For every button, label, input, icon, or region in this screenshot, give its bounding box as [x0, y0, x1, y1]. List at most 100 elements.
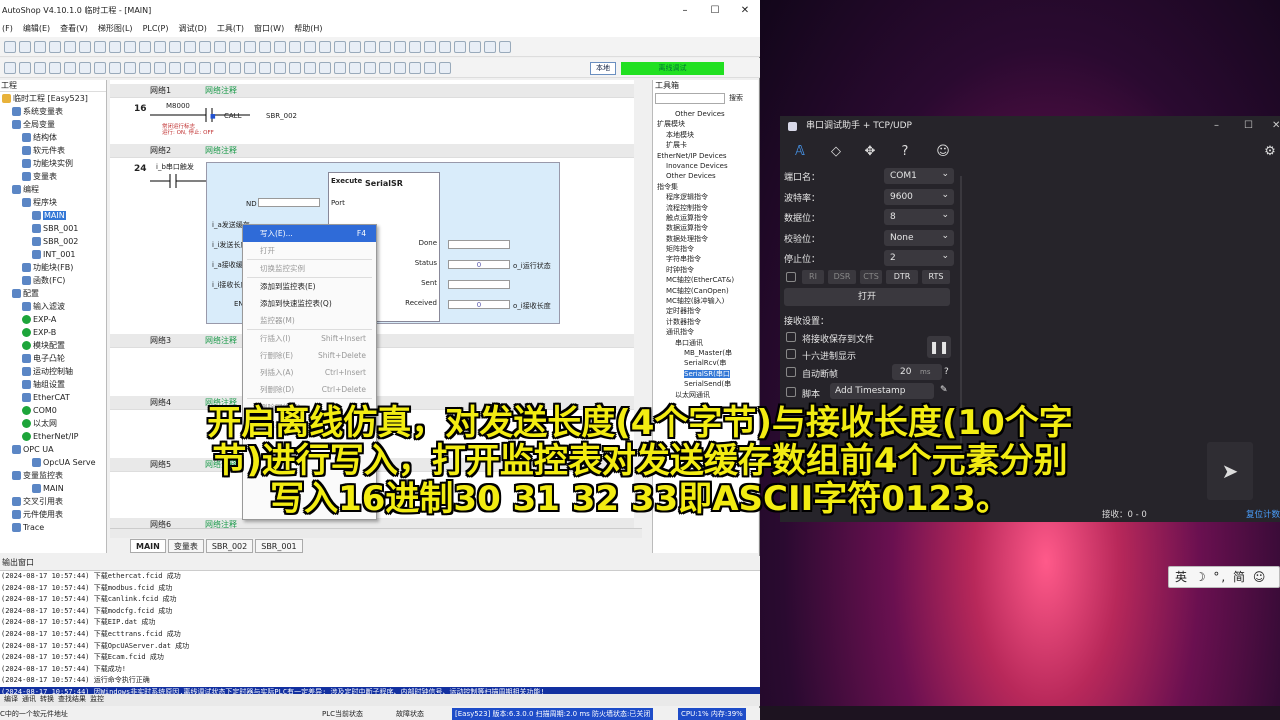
toolbox-item[interactable]: 以太网通讯	[653, 390, 758, 400]
tree-item[interactable]: SBR_002	[0, 235, 106, 248]
done-pin-value[interactable]	[448, 240, 510, 249]
serial-minimize-button[interactable]: –	[1214, 120, 1219, 131]
toolbox-item[interactable]: MB_Master(串	[653, 348, 758, 358]
open-port-button[interactable]: 打开	[784, 288, 950, 306]
toolbox-item[interactable]: 计数器指令	[653, 317, 758, 327]
ladder-horizontal-scrollbar[interactable]	[110, 528, 642, 538]
toolbar-icon[interactable]	[424, 40, 436, 53]
toolbar-icon[interactable]	[4, 40, 16, 53]
toolbox-item[interactable]: EtherNet/IP Devices	[653, 151, 758, 161]
maximize-button[interactable]: ☐	[700, 5, 730, 16]
toolbar-icon[interactable]	[439, 61, 451, 74]
tree-item[interactable]: 编程	[0, 183, 106, 196]
tree-item[interactable]: 电子凸轮	[0, 352, 106, 365]
toolbox-item[interactable]: SerialSR(串口	[653, 369, 758, 379]
save-to-file-checkbox[interactable]	[786, 332, 796, 342]
tree-item[interactable]: SBR_001	[0, 222, 106, 235]
serial-maximize-button[interactable]: ☐	[1244, 120, 1253, 131]
close-button[interactable]: ✕	[730, 5, 760, 16]
smile-icon[interactable]: ☺	[935, 144, 951, 160]
tree-item[interactable]: 输入滤波	[0, 300, 106, 313]
output-tab[interactable]: 监控	[90, 694, 104, 706]
toolbar-icon[interactable]	[199, 40, 211, 53]
dsr-pin[interactable]: DSR	[828, 270, 856, 284]
serial-close-button[interactable]: ✕	[1272, 120, 1280, 131]
toolbox-item[interactable]: 矩阵指令	[653, 244, 758, 254]
pin-value[interactable]	[258, 198, 320, 207]
toolbar-icon[interactable]	[319, 61, 331, 74]
toolbar-icon[interactable]	[394, 61, 406, 74]
toolbar-icon[interactable]	[94, 61, 106, 74]
received-pin-value[interactable]: 0	[448, 300, 510, 309]
toolbar-icon[interactable]	[49, 61, 61, 74]
output-tab[interactable]: 查找结果	[58, 694, 86, 706]
rts-pin[interactable]: RTS	[922, 270, 950, 284]
toolbox-item[interactable]: 数据运算指令	[653, 223, 758, 233]
editor-tab[interactable]: SBR_002	[205, 539, 254, 553]
toolbar-icon[interactable]	[124, 40, 136, 53]
toolbar-icon[interactable]	[424, 61, 436, 74]
timestamp-select[interactable]: Add Timestamp	[830, 383, 934, 399]
toolbar-icon[interactable]	[139, 61, 151, 74]
toolbox-item[interactable]: 本地模块	[653, 130, 758, 140]
menu-item[interactable]: 帮助(H)	[294, 23, 322, 34]
toolbar-icon[interactable]	[259, 61, 271, 74]
toolbox-item[interactable]: 流程控制指令	[653, 203, 758, 213]
pin-checkbox[interactable]	[786, 272, 796, 282]
toolbar-icon[interactable]	[289, 40, 301, 53]
toolbar-icon[interactable]	[484, 40, 496, 53]
tree-item[interactable]: INT_001	[0, 248, 106, 261]
databits-select[interactable]: 8	[884, 207, 954, 225]
toolbox-item[interactable]: 串口通讯	[653, 338, 758, 348]
toolbox-item[interactable]: 扩展卡	[653, 140, 758, 150]
toolbar-icon[interactable]	[334, 40, 346, 53]
toolbox-item[interactable]: SerialSend(串	[653, 379, 758, 389]
tree-item[interactable]: MAIN	[0, 209, 106, 222]
toolbox-item[interactable]: 指令集	[653, 182, 758, 192]
toolbar-icon[interactable]	[49, 40, 61, 53]
toolbar-icon[interactable]	[109, 61, 121, 74]
tree-item[interactable]: Trace	[0, 521, 106, 534]
toolbar-icon[interactable]	[349, 40, 361, 53]
frame-timeout-input[interactable]: 20	[892, 364, 942, 380]
help-icon[interactable]: ?	[897, 144, 913, 160]
settings-icon[interactable]: ⚙	[1262, 144, 1278, 160]
pause-icon[interactable]: ❚❚	[927, 336, 951, 358]
ime-toolbar[interactable]: 英 ☽ °, 简 ☺	[1168, 566, 1280, 588]
editor-tab[interactable]: 变量表	[167, 539, 204, 553]
local-button[interactable]: 本地	[590, 62, 616, 75]
chart-icon[interactable]: ◇	[828, 144, 844, 160]
toolbar-icon[interactable]	[199, 61, 211, 74]
toolbar-icon[interactable]	[469, 40, 481, 53]
baud-select[interactable]: 9600	[884, 187, 954, 205]
menu-item[interactable]: 工具(T)	[217, 23, 244, 34]
toolbox-item[interactable]: 字符串指令	[653, 254, 758, 264]
toolbar-icon[interactable]	[274, 40, 286, 53]
editor-tab[interactable]: SBR_001	[255, 539, 303, 553]
toolbar-icon[interactable]	[184, 61, 196, 74]
output-tab[interactable]: 编译	[4, 694, 18, 706]
auto-frame-checkbox[interactable]	[786, 367, 796, 377]
toolbar-icon[interactable]	[289, 61, 301, 74]
toolbar-icon[interactable]	[94, 40, 106, 53]
toolbar-icon[interactable]	[319, 40, 331, 53]
toolbar-icon[interactable]	[379, 40, 391, 53]
tree-item[interactable]: 软元件表	[0, 144, 106, 157]
toolbar-icon[interactable]	[79, 61, 91, 74]
menu-item[interactable]: 编辑(E)	[23, 23, 50, 34]
tree-item[interactable]: 运动控制轴	[0, 365, 106, 378]
toolbox-item[interactable]: Other Devices	[653, 171, 758, 181]
toolbar-icon[interactable]	[154, 61, 166, 74]
toolbar-icon[interactable]	[169, 40, 181, 53]
minimize-button[interactable]: –	[670, 5, 700, 16]
toolbar-icon[interactable]	[454, 40, 466, 53]
toolbar-icon[interactable]	[124, 61, 136, 74]
toolbar-icon[interactable]	[439, 40, 451, 53]
toolbar-icon[interactable]	[169, 61, 181, 74]
toolbox-item[interactable]: MC轴控(CanOpen)	[653, 286, 758, 296]
toolbar-icon[interactable]	[184, 40, 196, 53]
toolbar-icon[interactable]	[34, 40, 46, 53]
toolbar-icon[interactable]	[4, 61, 16, 74]
toolbar-icon[interactable]	[34, 61, 46, 74]
tree-item[interactable]: 配置	[0, 287, 106, 300]
